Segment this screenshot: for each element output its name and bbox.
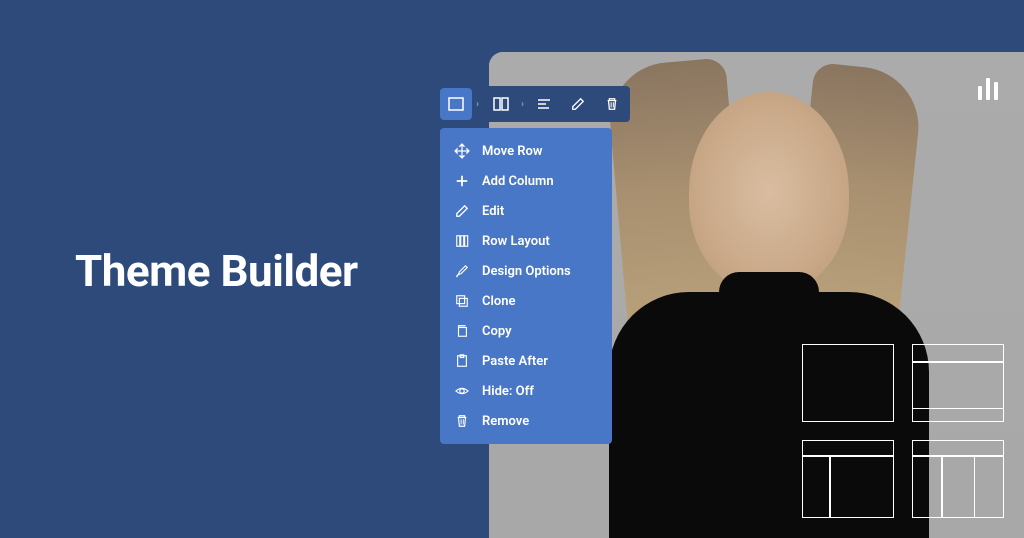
columns-icon (454, 233, 470, 249)
menu-add-column[interactable]: Add Column (440, 166, 612, 196)
menu-item-label: Hide: Off (482, 384, 534, 399)
section-icon[interactable] (440, 88, 472, 120)
trash-icon (454, 413, 470, 429)
menu-design-options[interactable]: Design Options (440, 256, 612, 286)
clone-icon (454, 293, 470, 309)
pencil-icon (454, 203, 470, 219)
menu-clone[interactable]: Clone (440, 286, 612, 316)
breadcrumb-separator: › (474, 99, 481, 110)
page-title: Theme Builder (75, 245, 358, 297)
trash-icon[interactable] (596, 88, 628, 120)
menu-item-label: Move Row (482, 144, 543, 159)
menu-item-label: Design Options (482, 264, 571, 279)
menu-item-label: Row Layout (482, 234, 550, 249)
text-align-icon[interactable] (528, 88, 560, 120)
move-icon (454, 143, 470, 159)
menu-item-label: Remove (482, 414, 529, 429)
menu-move-row[interactable]: Move Row (440, 136, 612, 166)
eye-icon (454, 383, 470, 399)
layout-preset-single[interactable] (802, 344, 894, 422)
layout-preset-three-col[interactable] (912, 440, 1004, 518)
copy-icon (454, 323, 470, 339)
clipboard-icon (454, 353, 470, 369)
menu-edit[interactable]: Edit (440, 196, 612, 226)
layout-presets (802, 344, 1004, 518)
pencil-icon[interactable] (562, 88, 594, 120)
menu-item-label: Clone (482, 294, 516, 309)
breadcrumb-separator: › (519, 99, 526, 110)
tool-strip: › (483, 86, 630, 122)
menu-paste-after[interactable]: Paste After (440, 346, 612, 376)
menu-row-layout[interactable]: Row Layout (440, 226, 612, 256)
stats-icon[interactable] (978, 78, 998, 100)
plus-icon (454, 173, 470, 189)
menu-remove[interactable]: Remove (440, 406, 612, 436)
menu-item-label: Copy (482, 324, 512, 339)
menu-hide[interactable]: Hide: Off (440, 376, 612, 406)
brush-icon (454, 263, 470, 279)
breadcrumb-toolbar: › › (440, 86, 642, 122)
context-menu: Move Row Add Column Edit Row Layout Desi… (440, 128, 612, 444)
editor-overlay: › › Move Row (440, 86, 642, 444)
menu-item-label: Edit (482, 204, 504, 219)
menu-copy[interactable]: Copy (440, 316, 612, 346)
menu-item-label: Add Column (482, 174, 554, 189)
row-icon[interactable] (485, 88, 517, 120)
layout-preset-sidebar[interactable] (802, 440, 894, 518)
layout-preset-rows[interactable] (912, 344, 1004, 422)
menu-item-label: Paste After (482, 354, 548, 369)
